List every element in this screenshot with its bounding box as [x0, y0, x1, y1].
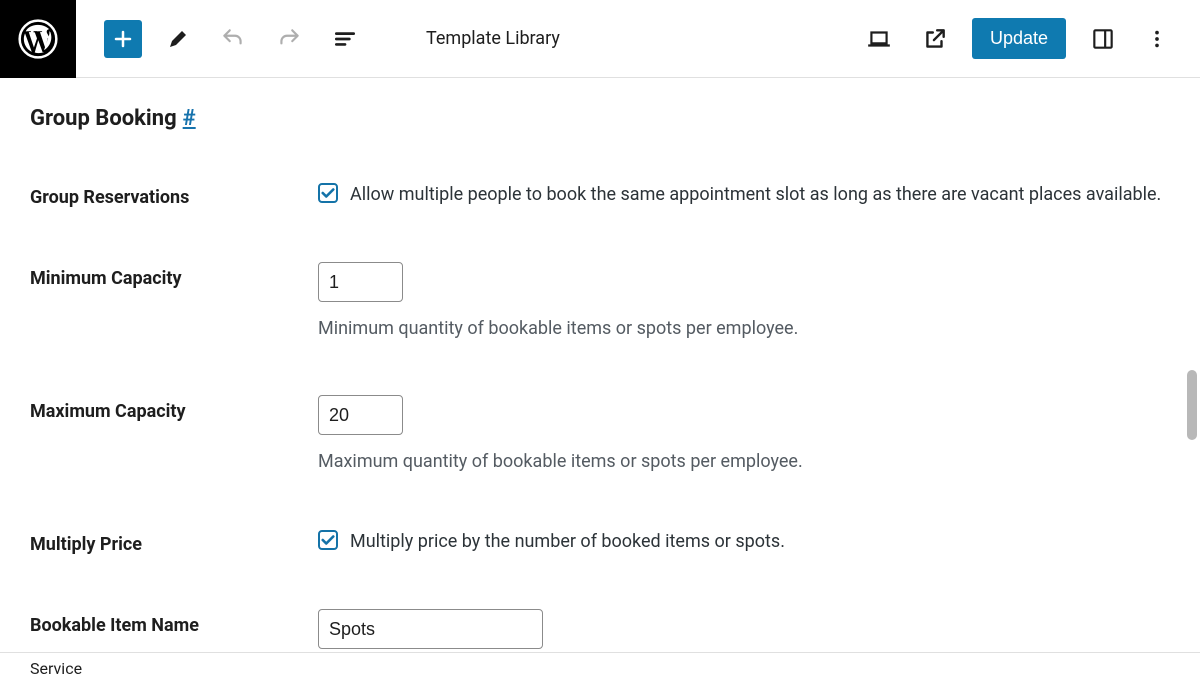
- laptop-icon: [866, 26, 892, 52]
- min-capacity-input[interactable]: [318, 262, 403, 302]
- breadcrumb: Service: [0, 652, 1200, 684]
- wordpress-icon: [18, 19, 58, 59]
- editor-content: Group Booking # Group Reservations Allow…: [0, 78, 1200, 652]
- redo-button[interactable]: [270, 20, 308, 58]
- pencil-icon: [166, 27, 190, 51]
- group-reservations-checkbox[interactable]: [318, 183, 338, 203]
- max-capacity-label: Maximum Capacity: [30, 395, 318, 422]
- min-capacity-row: Minimum Capacity Minimum quantity of boo…: [30, 262, 1170, 341]
- section-title-text: Group Booking: [30, 106, 177, 131]
- wp-logo[interactable]: [0, 0, 76, 78]
- min-capacity-label: Minimum Capacity: [30, 262, 318, 289]
- min-capacity-help: Minimum quantity of bookable items or sp…: [318, 316, 1170, 341]
- desktop-view-button[interactable]: [860, 20, 898, 58]
- scrollbar[interactable]: [1187, 370, 1197, 440]
- bookable-item-name-label: Bookable Item Name: [30, 609, 318, 636]
- multiply-price-text: Multiply price by the number of booked i…: [350, 528, 785, 555]
- panel-icon: [1090, 26, 1116, 52]
- group-reservations-label: Group Reservations: [30, 181, 318, 208]
- sidebar-toggle-button[interactable]: [1084, 20, 1122, 58]
- section-title: Group Booking #: [30, 106, 1170, 131]
- undo-icon: [220, 26, 246, 52]
- max-capacity-help: Maximum quantity of bookable items or sp…: [318, 449, 1170, 474]
- check-icon: [321, 533, 335, 547]
- toolbar-right-actions: Update: [860, 18, 1200, 59]
- bookable-item-name-input[interactable]: [318, 609, 543, 649]
- check-icon: [321, 186, 335, 200]
- multiply-price-checkbox[interactable]: [318, 530, 338, 550]
- editor-toolbar: Template Library Update: [0, 0, 1200, 78]
- edit-button[interactable]: [160, 21, 196, 57]
- add-block-button[interactable]: [104, 20, 142, 58]
- max-capacity-input[interactable]: [318, 395, 403, 435]
- open-new-tab-button[interactable]: [916, 20, 954, 58]
- multiply-price-row: Multiply Price Multiply price by the num…: [30, 528, 1170, 555]
- more-vertical-icon: [1146, 28, 1168, 50]
- list-view-button[interactable]: [326, 20, 364, 58]
- update-button[interactable]: Update: [972, 18, 1066, 59]
- max-capacity-row: Maximum Capacity Maximum quantity of boo…: [30, 395, 1170, 474]
- list-icon: [332, 26, 358, 52]
- group-reservations-text: Allow multiple people to book the same a…: [350, 181, 1161, 208]
- group-reservations-row: Group Reservations Allow multiple people…: [30, 181, 1170, 208]
- more-options-button[interactable]: [1140, 22, 1174, 56]
- section-anchor-link[interactable]: #: [183, 106, 196, 131]
- breadcrumb-current[interactable]: Service: [30, 659, 82, 678]
- external-link-icon: [922, 26, 948, 52]
- template-library-label: Template Library: [426, 28, 560, 49]
- undo-button[interactable]: [214, 20, 252, 58]
- plus-icon: [111, 27, 135, 51]
- toolbar-left-actions: Template Library: [76, 20, 560, 58]
- redo-icon: [276, 26, 302, 52]
- multiply-price-label: Multiply Price: [30, 528, 318, 555]
- bookable-item-name-row: Bookable Item Name Your custom name for …: [30, 609, 1170, 652]
